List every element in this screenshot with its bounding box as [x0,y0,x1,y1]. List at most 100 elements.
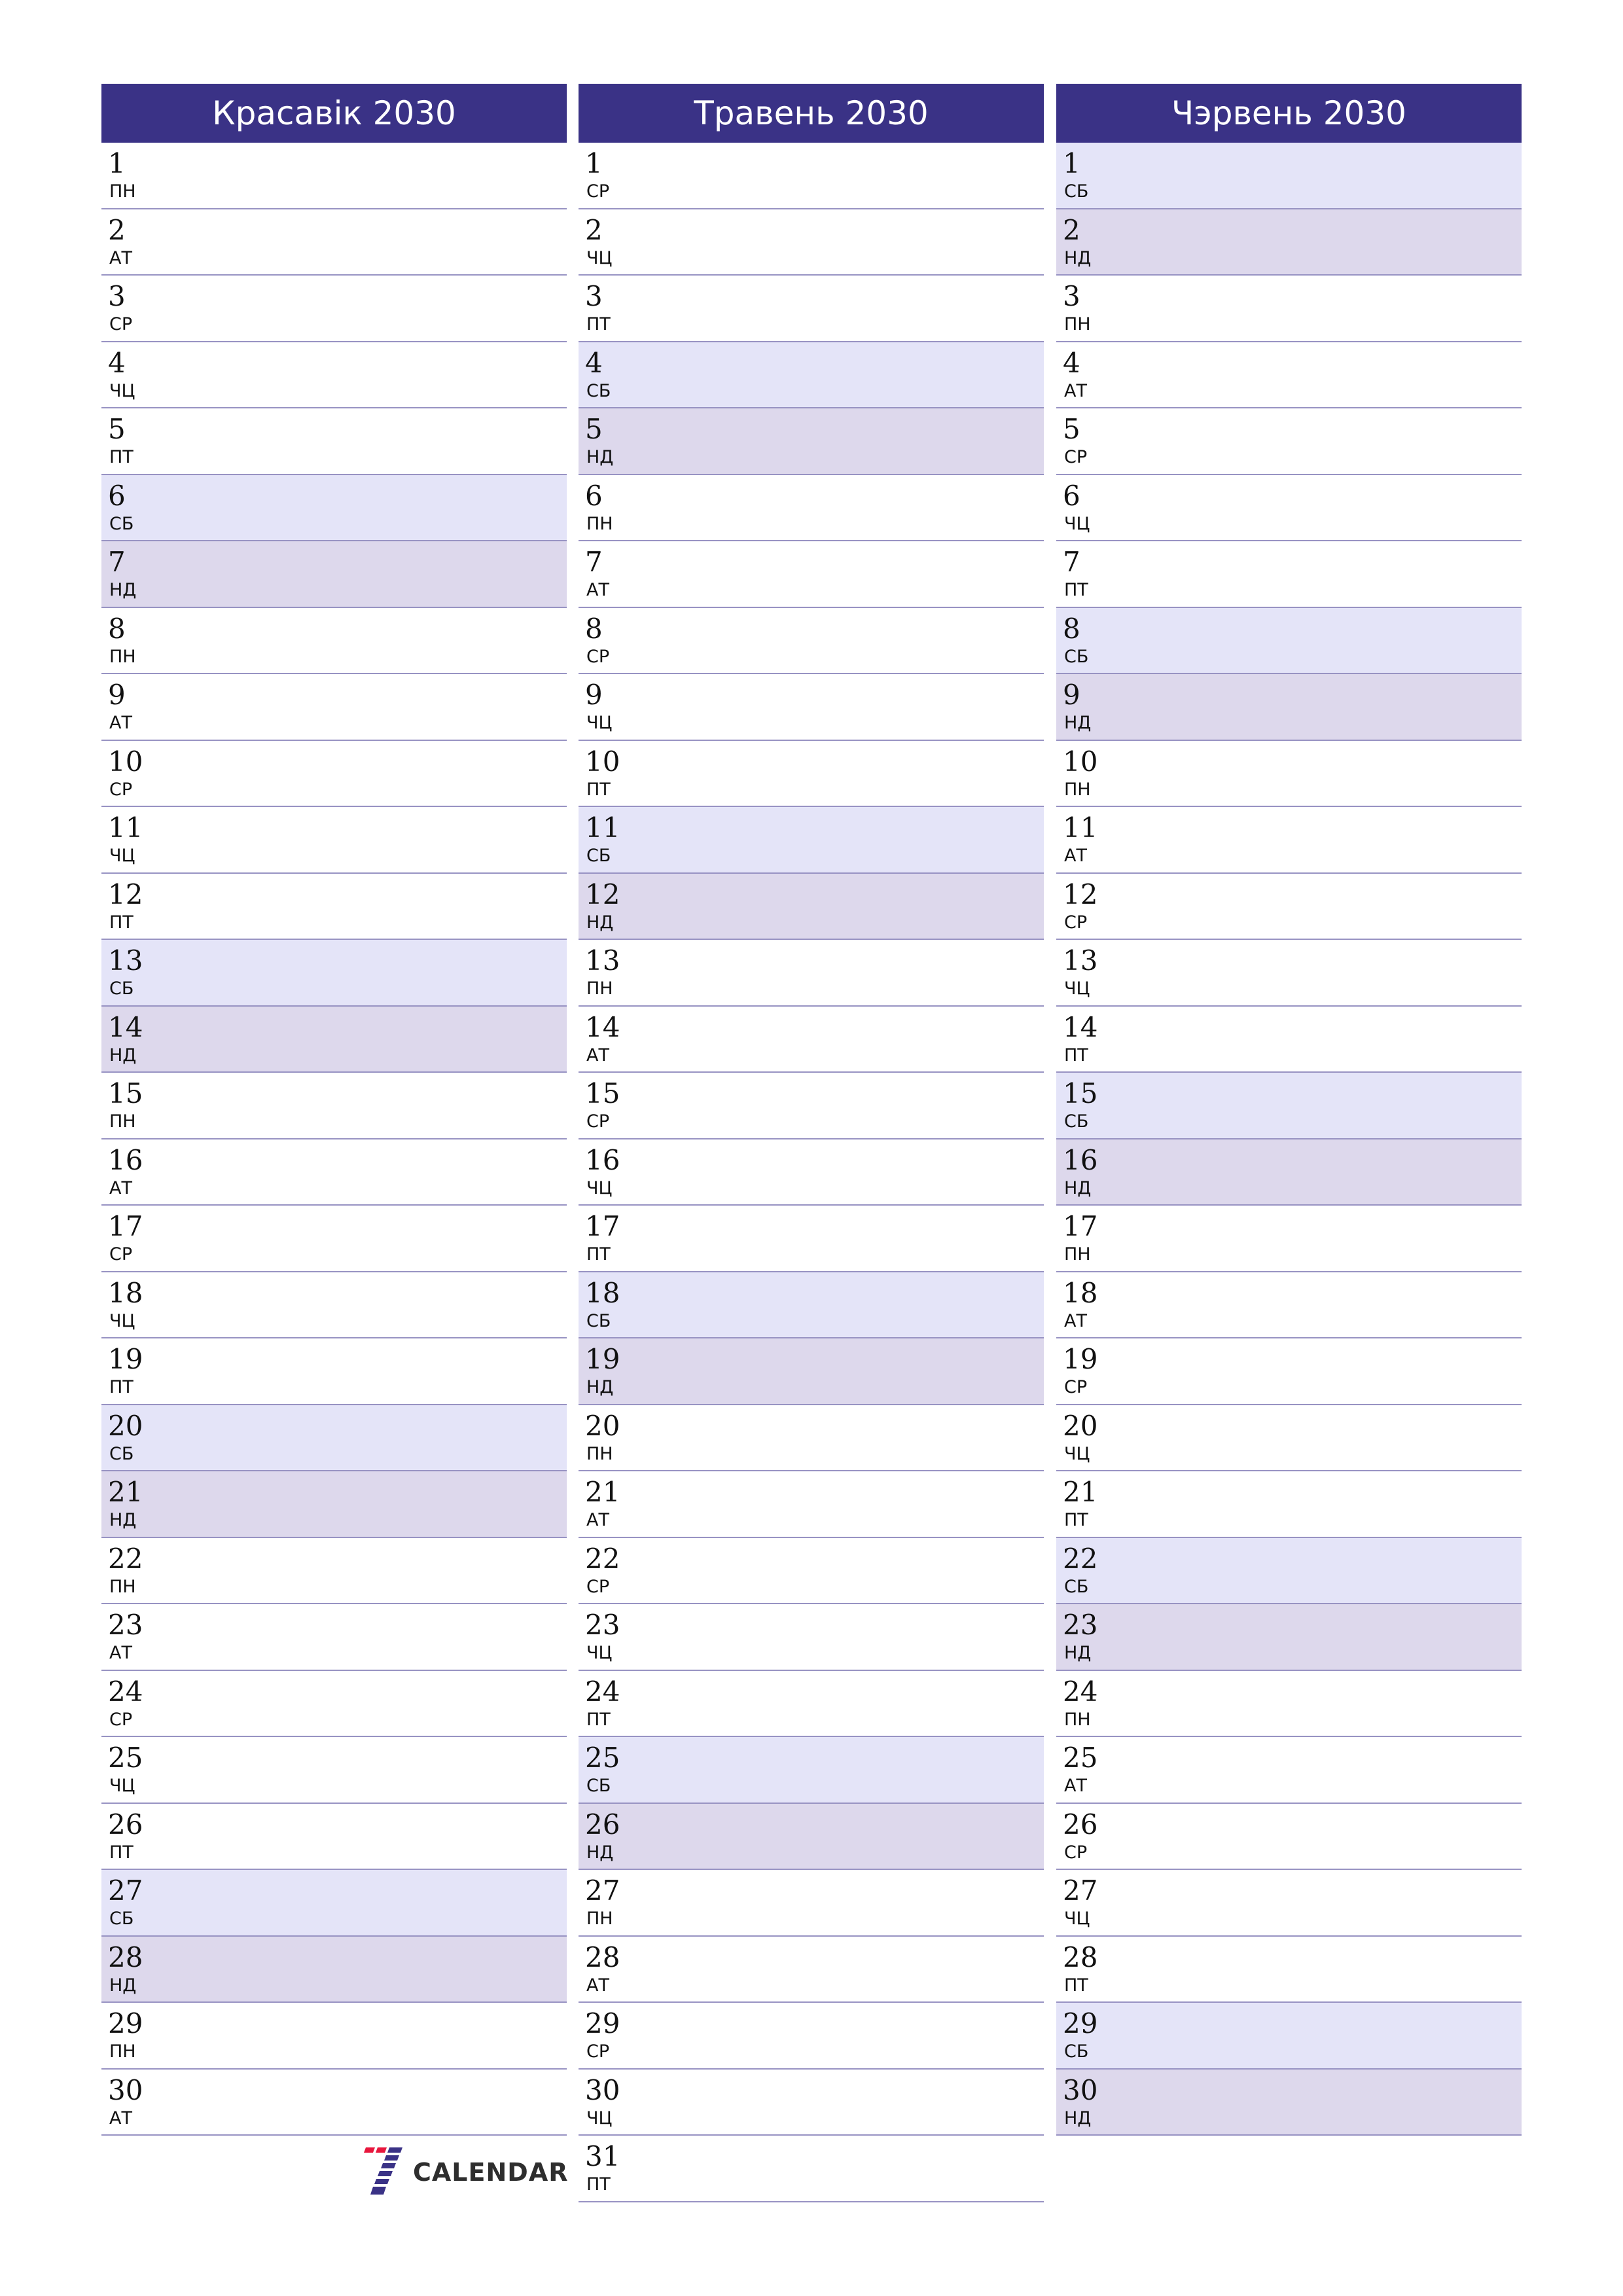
day-row: 26 СР [1056,1803,1522,1870]
day-row: 17 ПТ [579,1206,1044,1272]
weekday-abbr: СР [109,1709,133,1730]
day-number: 9 [585,679,603,711]
day-number: 17 [108,1210,143,1242]
day-row: 14 ПТ [1056,1006,1522,1073]
weekday-abbr: СР [1064,912,1088,933]
day-row: 29 СР [579,2003,1044,2070]
day-number: 18 [108,1276,143,1309]
weekday-abbr: АТ [1064,846,1087,866]
weekday-abbr: СР [586,1576,610,1597]
weekday-abbr: СР [586,646,610,667]
day-row: 6 СБ [101,475,567,541]
day-number: 2 [108,213,126,246]
logo-text: CALENDAR [413,2158,569,2187]
day-row: 21 НД [101,1471,567,1538]
day-number: 3 [585,280,603,312]
day-row: 11 ЧЦ [101,807,567,874]
day-row: 3 СР [101,276,567,342]
weekday-abbr: ПН [109,181,136,202]
day-row: 10 ПН [1056,740,1522,807]
day-number: 12 [108,878,143,910]
weekday-abbr: ЧЦ [586,1177,613,1198]
day-row: 8 ПН [101,607,567,674]
day-number: 16 [585,1143,620,1176]
day-row: 24 ПН [1056,1670,1522,1737]
weekday-abbr: ПТ [586,1709,611,1730]
day-number: 28 [585,1941,620,1973]
weekday-abbr: СР [109,779,133,800]
weekday-abbr: СБ [586,380,611,401]
weekday-abbr: АТ [1064,1776,1087,1796]
day-number: 13 [585,944,620,977]
day-number: 16 [108,1143,143,1176]
day-row: 1 ПН [101,143,567,209]
weekday-abbr: АТ [586,1045,609,1066]
day-row: 30 НД [1056,2069,1522,2136]
day-number: 26 [585,1808,620,1840]
day-number: 8 [108,612,126,645]
weekday-abbr: СБ [109,513,134,534]
day-list: 1 ПН 2 АТ 3 СР 4 ЧЦ 5 ПТ 6 СБ 7 НД 8 ПН 9 АТ 10 СР 11 ЧЦ 12 ПТ 1… [101,143,567,2136]
day-number: 12 [585,878,620,910]
weekday-abbr: СР [1064,1377,1088,1397]
day-number: 11 [1063,812,1098,844]
day-row: 2 АТ [101,209,567,276]
day-row: 26 НД [579,1803,1044,1870]
weekday-abbr: СР [1064,1842,1088,1863]
weekday-abbr: АТ [586,1975,609,1996]
weekday-abbr: ПН [1064,1709,1091,1730]
weekday-abbr: ЧЦ [109,1310,135,1331]
weekday-abbr: ПН [1064,314,1091,334]
day-number: 15 [108,1077,143,1109]
day-row: 18 ЧЦ [101,1272,567,1338]
weekday-abbr: ПН [109,1576,136,1597]
day-row: 27 ПН [579,1870,1044,1937]
weekday-abbr: ПТ [1064,580,1088,600]
day-row: 19 НД [579,1338,1044,1405]
day-number: 30 [1063,2073,1098,2106]
weekday-abbr: ПТ [109,447,134,467]
weekday-abbr: ПН [586,513,613,534]
day-row: 19 ПТ [101,1338,567,1405]
day-row: 20 ПН [579,1405,1044,1471]
day-number: 24 [585,1675,620,1708]
month-april: Красавік 2030 1 ПН 2 АТ 3 СР 4 ЧЦ 5 ПТ 6 СБ 7 НД 8 ПН 9 А… [101,84,567,2136]
weekday-abbr: ПТ [1064,1975,1088,1996]
day-number: 29 [585,2007,620,2039]
day-number: 14 [108,1011,143,1043]
day-number: 26 [1063,1808,1098,1840]
weekday-abbr: НД [586,912,614,933]
day-row: 5 НД [579,408,1044,475]
weekday-abbr: ПТ [586,314,611,334]
weekday-abbr: СБ [1064,646,1089,667]
day-row: 28 ПТ [1056,1936,1522,2003]
day-row: 14 НД [101,1006,567,1073]
day-row: 26 ПТ [101,1803,567,1870]
day-row: 16 ЧЦ [579,1139,1044,1206]
day-row: 16 НД [1056,1139,1522,1206]
weekday-abbr: НД [1064,1177,1092,1198]
day-number: 5 [108,413,126,445]
brand-logo: CALENDAR [363,2147,569,2196]
day-number: 29 [108,2007,143,2039]
day-row: 2 НД [1056,209,1522,276]
weekday-abbr: НД [109,1975,137,1996]
weekday-abbr: НД [586,1842,614,1863]
seven-logo-icon [364,2147,402,2195]
weekday-abbr: НД [1064,1643,1092,1663]
day-row: 7 НД [101,541,567,608]
day-row: 21 АТ [579,1471,1044,1538]
day-row: 15 СР [579,1073,1044,1139]
day-number: 15 [585,1077,620,1109]
day-number: 19 [1063,1343,1098,1375]
day-row: 7 ПТ [1056,541,1522,608]
day-row: 23 НД [1056,1604,1522,1671]
day-row: 30 ЧЦ [579,2069,1044,2136]
day-number: 23 [585,1609,620,1641]
day-row: 11 АТ [1056,807,1522,874]
day-number: 4 [108,346,126,379]
day-row: 8 СБ [1056,607,1522,674]
weekday-abbr: СР [1064,447,1088,467]
weekday-abbr: НД [109,580,137,600]
weekday-abbr: СБ [109,1909,134,1929]
